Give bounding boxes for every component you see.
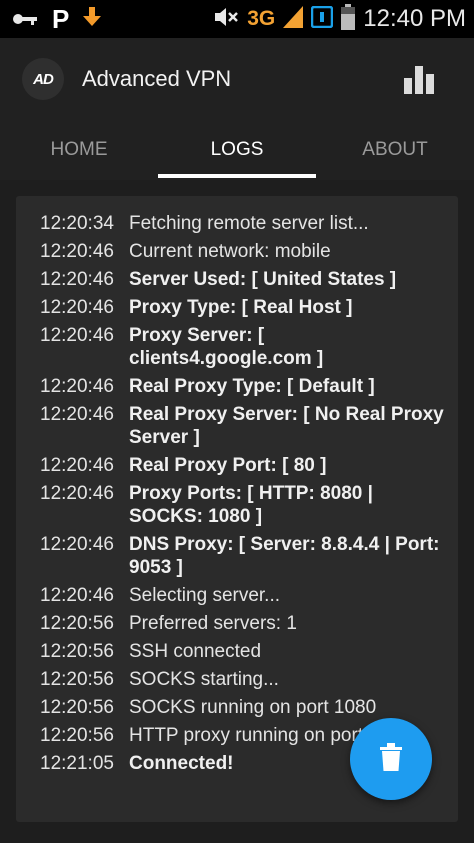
status-bar: P 3G 12:40 PM (0, 0, 474, 38)
log-message: Proxy Type: [ Real Host ] (129, 297, 353, 318)
log-message: Real Proxy Server: [ No Real Proxy Serve… (129, 404, 444, 448)
log-time: 12:21:05 (40, 753, 114, 774)
log-message: Selecting server... (129, 585, 281, 606)
log-time: 12:20:46 (40, 241, 114, 262)
log-message: Real Proxy Port: [ 80 ] (129, 455, 327, 476)
log-entry: 12:20:46 Proxy Server: [ clients4.google.… (40, 324, 446, 370)
bar-chart-icon[interactable] (404, 66, 436, 94)
log-entry: 12:20:46 Server Used: [ United States ] (40, 268, 446, 291)
log-entry: 12:20:46 Real Proxy Port: [ 80 ] (40, 454, 446, 477)
log-message: SSH connected (129, 641, 262, 662)
log-time: 12:20:34 (40, 213, 114, 234)
log-time: 12:20:46 (40, 376, 114, 397)
log-entry: 12:20:56 SOCKS running on port 1080 (40, 696, 446, 719)
log-time: 12:20:46 (40, 325, 114, 346)
network-type: 3G (247, 7, 276, 30)
log-time: 12:20:56 (40, 725, 114, 746)
clear-logs-button[interactable] (350, 718, 432, 800)
log-time: 12:20:46 (40, 269, 114, 290)
log-list: 12:20:34 Fetching remote server list... 1… (16, 196, 458, 775)
log-entry: 12:20:34 Fetching remote server list... (40, 212, 446, 235)
log-message: SOCKS starting... (129, 669, 279, 690)
key-icon (12, 8, 38, 30)
log-time: 12:20:46 (40, 297, 114, 318)
tab-logs[interactable]: LOGS (158, 120, 316, 180)
parking-p-icon: P (52, 4, 70, 34)
sim-icon (311, 5, 334, 33)
log-message: Proxy Server: [ clients4.google.com ] (129, 325, 324, 369)
log-message: Proxy Ports: [ HTTP: 8080 | SOCKS: 1080 … (129, 483, 373, 527)
log-message: Fetching remote server list... (129, 213, 369, 234)
tab-about[interactable]: ABOUT (316, 120, 474, 180)
log-entry: 12:20:46 Selecting server... (40, 584, 446, 607)
tab-home[interactable]: HOME (0, 120, 158, 180)
log-time: 12:20:46 (40, 483, 114, 504)
log-message: Server Used: [ United States ] (129, 269, 397, 290)
trash-icon (380, 742, 402, 776)
log-entry: 12:20:56 SOCKS starting... (40, 668, 446, 691)
log-entry: 12:20:46 Real Proxy Type: [ Default ] (40, 375, 446, 398)
log-time: 12:20:46 (40, 455, 114, 476)
log-entry: 12:20:46 DNS Proxy: [ Server: 8.8.4.4 | P… (40, 533, 446, 579)
log-message: DNS Proxy: [ Server: 8.8.4.4 | Port: 905… (129, 534, 440, 578)
signal-icon (283, 5, 304, 33)
log-time: 12:20:56 (40, 669, 114, 690)
log-entry: 12:20:56 Preferred servers: 1 (40, 612, 446, 635)
log-time: 12:20:46 (40, 585, 114, 606)
log-time: 12:20:56 (40, 613, 114, 634)
log-entry: 12:20:46 Real Proxy Server: [ No Real Pro… (40, 403, 446, 449)
app-bar: AD Advanced VPN (0, 38, 474, 120)
download-arrow-icon (83, 7, 102, 31)
log-message: Real Proxy Type: [ Default ] (129, 376, 375, 397)
tab-bar: HOME LOGS ABOUT (0, 120, 474, 180)
battery-icon (341, 3, 356, 35)
log-time: 12:20:56 (40, 641, 114, 662)
log-time: 12:20:46 (40, 404, 114, 425)
app-title: Advanced VPN (82, 66, 232, 91)
log-time: 12:20:56 (40, 697, 114, 718)
clock: 12:40 PM (363, 5, 466, 32)
log-message: Preferred servers: 1 (129, 613, 297, 634)
log-entry: 12:20:46 Proxy Ports: [ HTTP: 8080 | SOCK… (40, 482, 446, 528)
log-entry: 12:20:46 Current network: mobile (40, 240, 446, 263)
log-message: Current network: mobile (129, 241, 331, 262)
log-time: 12:20:46 (40, 534, 114, 555)
app-logo: AD (22, 58, 64, 100)
log-entry: 12:20:56 SSH connected (40, 640, 446, 663)
mute-icon (215, 7, 239, 32)
log-entry: 12:20:46 Proxy Type: [ Real Host ] (40, 296, 446, 319)
log-message: SOCKS running on port 1080 (129, 697, 377, 718)
